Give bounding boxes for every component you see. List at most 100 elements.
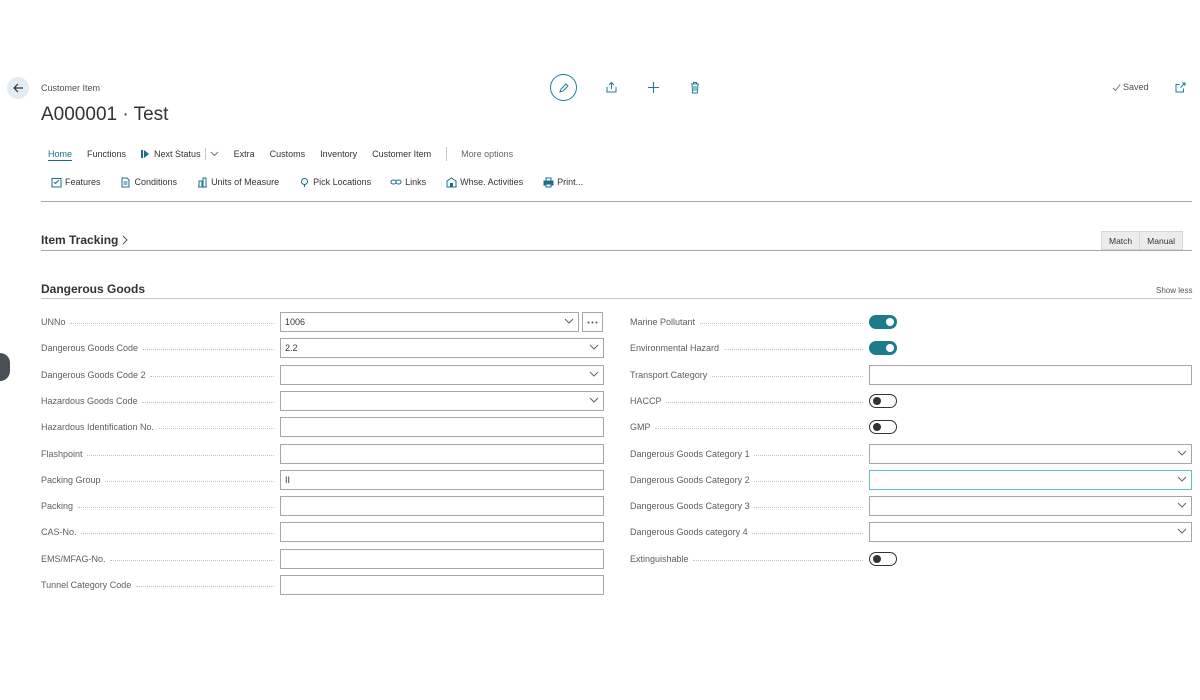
- field-label: Dangerous Goods Code: [41, 343, 139, 354]
- item-tracking-header[interactable]: Item Tracking: [41, 233, 129, 247]
- field-label: Dangerous Goods Category 2: [630, 474, 750, 485]
- chevron-down-icon: [589, 371, 599, 377]
- dotted-leader: [693, 559, 863, 561]
- conditions-icon: [120, 176, 132, 188]
- field-label: GMP: [630, 422, 651, 433]
- pick-locations-icon: [298, 176, 310, 188]
- conditions-button[interactable]: Conditions: [120, 176, 177, 188]
- new-button[interactable]: [645, 80, 661, 96]
- packing-field[interactable]: [280, 496, 604, 517]
- whse-activities-button[interactable]: Whse. Activities: [445, 176, 523, 188]
- flashpoint-field[interactable]: [280, 443, 604, 464]
- cas-no-field[interactable]: [280, 522, 604, 543]
- field-label: Dangerous Goods category 4: [630, 527, 748, 538]
- saved-status: Saved: [1112, 82, 1149, 92]
- dotted-leader: [159, 428, 274, 430]
- dotted-leader: [150, 375, 274, 377]
- field-row-dangerous-goods-category-2: Dangerous Goods Category 2: [630, 469, 1192, 490]
- trash-icon: [691, 82, 699, 94]
- pick-locations-label: Pick Locations: [313, 177, 372, 187]
- hazardous-goods-code-field[interactable]: [280, 390, 604, 411]
- dangerous-goods-category-1-field[interactable]: [869, 443, 1192, 464]
- more-options-button[interactable]: More options: [461, 149, 513, 159]
- open-new-window-button[interactable]: [1175, 82, 1186, 93]
- field-row-packing-group: Packing Group II: [41, 469, 604, 490]
- features-icon: [50, 176, 62, 188]
- links-button[interactable]: Links: [390, 176, 426, 188]
- tab-extra[interactable]: Extra: [234, 149, 255, 159]
- marine-pollutant-toggle[interactable]: [869, 315, 897, 329]
- field-row-cas-no: CAS-No.: [41, 522, 604, 543]
- tab-next-status[interactable]: Next Status: [141, 148, 219, 160]
- field-row-gmp: GMP: [630, 417, 1192, 437]
- dangerous-goods-category-4-field[interactable]: [869, 522, 1192, 543]
- breadcrumb: Customer Item: [41, 83, 101, 93]
- tunnel-category-code-field[interactable]: [280, 575, 604, 595]
- whse-activities-icon: [445, 176, 457, 188]
- field-value: 1006: [285, 317, 306, 327]
- dangerous-goods-category-2-field[interactable]: [869, 469, 1192, 490]
- field-label: Marine Pollutant: [630, 317, 696, 327]
- field-row-dangerous-goods-code: Dangerous Goods Code 2.2: [41, 338, 604, 359]
- dangerous-goods-code-2-field[interactable]: [280, 364, 604, 385]
- tab-functions[interactable]: Functions: [87, 149, 126, 159]
- features-button[interactable]: Features: [50, 176, 101, 188]
- show-less-link[interactable]: Show less: [1156, 286, 1192, 295]
- extinguishable-toggle[interactable]: [869, 551, 897, 566]
- item-tracking-title: Item Tracking: [41, 233, 119, 247]
- tab-customer-item[interactable]: Customer Item: [372, 149, 431, 159]
- dotted-leader: [724, 349, 863, 351]
- print-button[interactable]: Print...: [542, 176, 583, 188]
- manual-button[interactable]: Manual: [1140, 231, 1184, 250]
- chevron-down-icon: [1177, 502, 1187, 508]
- chevron-down-icon: [589, 344, 599, 351]
- dotted-leader: [752, 533, 863, 535]
- edit-button[interactable]: [550, 74, 577, 101]
- haccp-toggle[interactable]: [869, 393, 897, 408]
- field-row-tunnel-category-code: Tunnel Category Code: [41, 575, 604, 595]
- gmp-toggle[interactable]: [869, 420, 897, 435]
- print-icon: [542, 176, 554, 188]
- field-label: EMS/MFAG-No.: [41, 553, 106, 564]
- hazardous-identification-no-field[interactable]: [280, 417, 604, 438]
- field-label: HACCP: [630, 395, 662, 406]
- delete-button[interactable]: [687, 80, 703, 96]
- field-label: Hazardous Goods Code: [41, 395, 138, 406]
- tab-customs[interactable]: Customs: [270, 149, 306, 159]
- share-button[interactable]: [603, 80, 619, 96]
- toggle-knob: [873, 423, 881, 432]
- page-actions: [550, 74, 703, 101]
- pick-locations-button[interactable]: Pick Locations: [298, 176, 371, 188]
- assist-edit-button[interactable]: [582, 312, 603, 332]
- features-label: Features: [65, 177, 101, 187]
- field-label: Dangerous Goods Code 2: [41, 369, 146, 380]
- units-of-measure-button[interactable]: Units of Measure: [196, 176, 279, 188]
- dotted-leader: [700, 323, 863, 324]
- ems-mfag-no-field[interactable]: [280, 548, 604, 569]
- packing-group-field[interactable]: II: [280, 469, 604, 490]
- field-row-ems-mfag-no: EMS/MFAG-No.: [41, 548, 604, 569]
- match-button[interactable]: Match: [1101, 231, 1141, 250]
- checkmark-icon: [1112, 83, 1121, 91]
- dangerous-goods-category-3-field[interactable]: [869, 496, 1192, 517]
- tab-home[interactable]: Home: [48, 149, 72, 159]
- field-label: UNNo: [41, 317, 66, 327]
- environmental-hazard-toggle[interactable]: [869, 341, 897, 356]
- pencil-icon: [558, 82, 569, 93]
- links-icon: [390, 176, 402, 188]
- dangerous-goods-header[interactable]: Dangerous Goods: [41, 282, 145, 296]
- field-value: 2.2: [285, 343, 298, 354]
- unno-field[interactable]: 1006: [280, 312, 579, 332]
- chevron-down-icon[interactable]: [210, 151, 219, 157]
- chevron-down-icon: [589, 397, 599, 403]
- dangerous-goods-code-field[interactable]: 2.2: [280, 338, 604, 359]
- promoted-actions: Features Conditions Units of Measure Pic…: [50, 176, 602, 188]
- dotted-leader: [754, 480, 863, 482]
- tab-inventory[interactable]: Inventory: [320, 149, 357, 159]
- field-row-dangerous-goods-category-1: Dangerous Goods Category 1: [630, 443, 1192, 464]
- transport-category-field[interactable]: [869, 364, 1192, 385]
- field-label: Packing Group: [41, 474, 101, 485]
- back-button[interactable]: [7, 77, 29, 99]
- side-handle[interactable]: [0, 353, 10, 381]
- divider: [41, 250, 1192, 251]
